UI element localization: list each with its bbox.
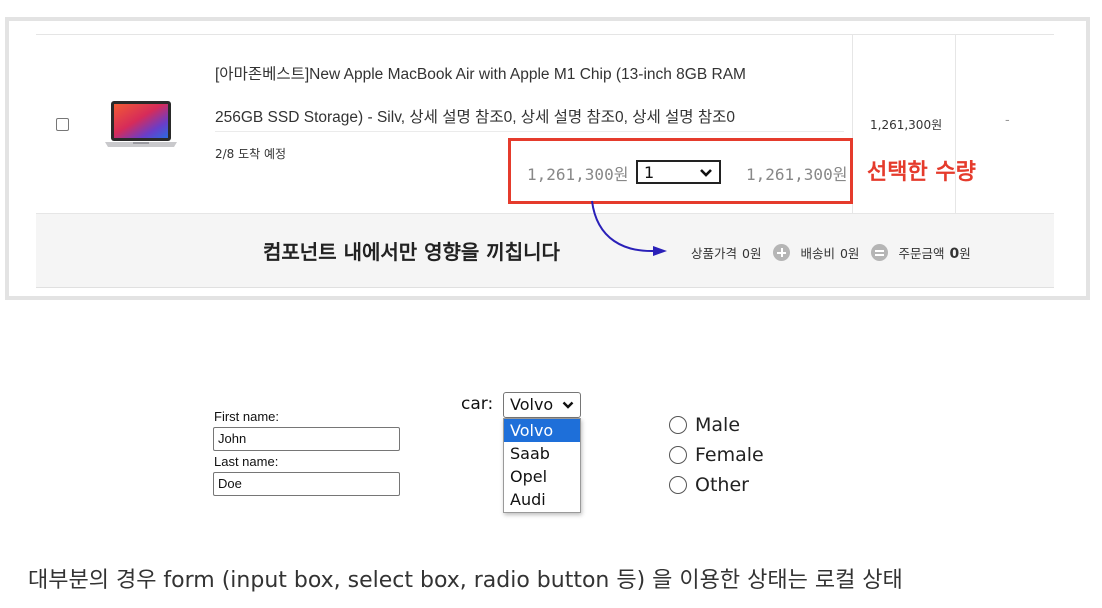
row-price: 1,261,300원 (870, 118, 943, 132)
quantity-highlight-box: 1,261,300원 1 1,261,300원 (508, 138, 853, 204)
radio-circle[interactable] (669, 416, 687, 434)
last-name-input[interactable]: Doe (213, 472, 400, 496)
product-price-amount: 0원 (742, 246, 762, 261)
unit-price: 1,261,300원 (527, 165, 629, 184)
product-title[interactable]: [아마존베스트]New Apple MacBook Air with Apple… (215, 53, 835, 139)
car-option-opel[interactable]: Opel (504, 465, 580, 488)
first-name-input[interactable]: John (213, 427, 400, 451)
macbook-thumbnail[interactable] (103, 99, 179, 151)
car-dropdown-list: Volvo Saab Opel Audi (503, 418, 581, 513)
line-total: 1,261,300원 (746, 165, 848, 184)
plus-circle-icon (773, 244, 791, 261)
component-note: 컴포넌트 내에서만 영향을 끼칩니다 (263, 240, 560, 264)
radio-label-male: Male (695, 414, 741, 436)
product-price-label: 상품가격 (691, 246, 738, 261)
car-label: car: (461, 394, 494, 414)
cart-top-divider (36, 34, 1054, 35)
order-total-number: 0 (949, 246, 960, 262)
car-select[interactable]: Volvo (503, 392, 581, 418)
quantity-value: 1 (644, 163, 655, 182)
last-name-label: Last name: (214, 454, 279, 469)
footer-caption: 대부분의 경우 form (input box, select box, rad… (28, 568, 903, 593)
car-selected-value: Volvo (510, 395, 554, 414)
title-divider (215, 131, 844, 132)
radio-female[interactable]: Female (669, 444, 764, 466)
order-total-amount: 0원 (949, 243, 970, 262)
radio-other[interactable]: Other (669, 474, 749, 496)
quantity-select[interactable]: 1 (636, 160, 721, 184)
radio-label-female: Female (695, 444, 764, 466)
cart-row-checkbox[interactable] (56, 118, 69, 131)
radio-circle[interactable] (669, 446, 687, 464)
order-total-label: 주문금액 (898, 246, 945, 261)
order-summary-bar: 컴포넌트 내에서만 영향을 끼칩니다 상품가격 0원 배송비 0원 주문금액 0… (36, 213, 1054, 288)
first-name-label: First name: (214, 409, 280, 424)
radio-male[interactable]: Male (669, 414, 740, 436)
car-option-volvo[interactable]: Volvo (504, 419, 580, 442)
column-divider (955, 34, 956, 213)
row-shipping-dash: - (1005, 113, 1010, 128)
product-title-line1: [아마존베스트]New Apple MacBook Air with Apple… (215, 66, 746, 83)
car-option-saab[interactable]: Saab (504, 442, 580, 465)
radio-circle[interactable] (669, 476, 687, 494)
order-summary: 상품가격 0원 배송비 0원 주문금액 0원 (691, 243, 971, 262)
equal-circle-icon (871, 244, 889, 261)
car-option-audi[interactable]: Audi (504, 488, 580, 511)
quantity-annotation: 선택한 수량 (867, 160, 976, 185)
chevron-down-icon (562, 401, 574, 409)
delivery-date: 2/8 도착 예정 (215, 147, 287, 161)
chevron-down-icon (700, 169, 712, 177)
shipping-amount: 0원 (839, 246, 860, 261)
order-total-unit: 원 (959, 246, 971, 261)
shipping-label: 배송비 (800, 246, 835, 261)
product-title-line2: 256GB SSD Storage) - Silv, 상세 설명 참조0, 상세… (215, 109, 736, 126)
radio-label-other: Other (695, 474, 749, 496)
cart-screenshot: [아마존베스트]New Apple MacBook Air with Apple… (5, 17, 1090, 300)
